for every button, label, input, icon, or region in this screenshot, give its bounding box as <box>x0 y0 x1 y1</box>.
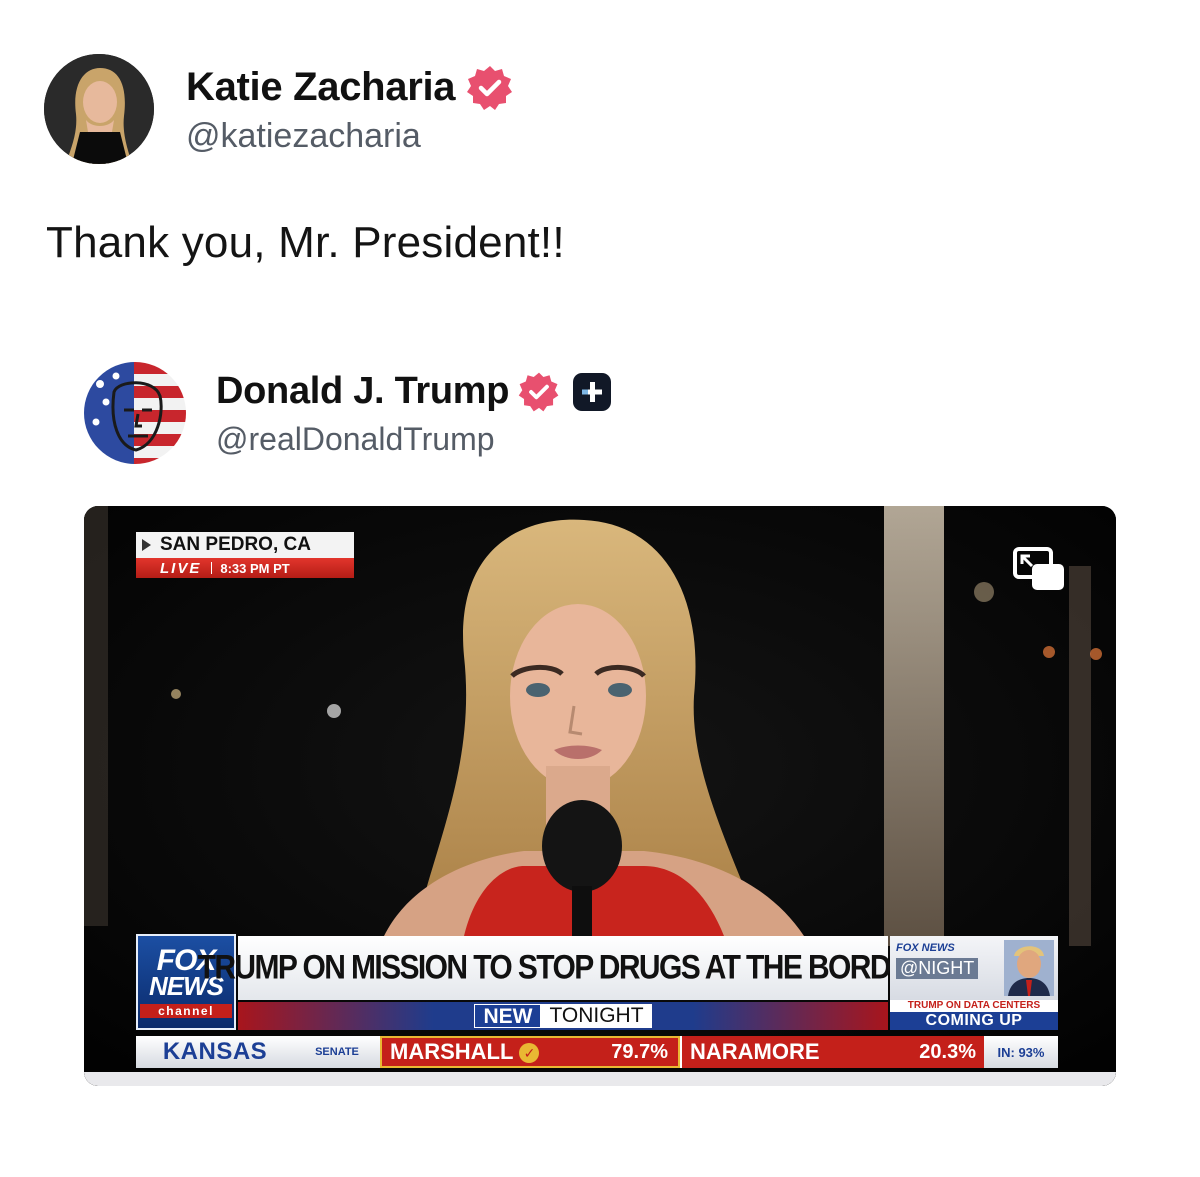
quoted-post-author: Donald J. Trump @realDonaldTrump <box>84 362 612 464</box>
author-meta: Katie Zacharia @katiezacharia <box>186 63 515 156</box>
chyron-headline-box: TRUMP ON MISSION TO STOP DRUGS AT THE BO… <box>198 936 930 1000</box>
promo-topic: TRUMP ON DATA CENTERS <box>890 1000 1058 1012</box>
chyron-subline: NEW TONIGHT <box>238 1002 888 1030</box>
promo-show: @NIGHT <box>896 958 979 979</box>
ticker-candidate: NARAMORE 20.3% <box>680 1036 984 1068</box>
ticker-race: SENATE <box>294 1036 380 1068</box>
promo-status: COMING UP <box>925 1012 1023 1029</box>
winner-check-icon: ✓ <box>519 1043 540 1064</box>
quoted-author-avatar[interactable] <box>84 362 186 464</box>
quoted-author-meta: Donald J. Trump @realDonaldTrump <box>216 369 612 458</box>
author-name[interactable]: Katie Zacharia <box>186 65 456 110</box>
candidate-pct: 20.3% <box>919 1040 976 1063</box>
candidate-name: NARAMORE <box>690 1039 820 1064</box>
post-text: Thank you, Mr. President!! <box>46 218 565 267</box>
new-tag: NEW <box>474 1004 542 1028</box>
promo-brand: FOX NEWS <box>896 942 955 954</box>
tonight-tag: TONIGHT <box>541 1004 652 1028</box>
location-bug: SAN PEDRO, CA LIVE 8:33 PM PT <box>136 532 354 582</box>
show-promo: FOX NEWS @NIGHT <box>890 936 1058 1000</box>
chyron-headline: TRUMP ON MISSION TO STOP DRUGS AT THE BO… <box>197 948 930 987</box>
author-handle[interactable]: @katiezacharia <box>186 117 515 156</box>
promo-topic-box: TRUMP ON DATA CENTERS COMING UP <box>890 1000 1058 1030</box>
election-ticker: KANSAS SENATE MARSHALL ✓ 79.7% NARAMORE 2… <box>136 1036 1058 1068</box>
picture-in-picture-icon[interactable] <box>1012 546 1068 594</box>
candidate-name: MARSHALL <box>390 1039 514 1064</box>
ticker-reporting: IN: 93% <box>984 1036 1058 1068</box>
time-label: 8:33 PM PT <box>220 560 290 576</box>
ticker-candidate-winner: MARSHALL ✓ 79.7% <box>380 1036 680 1068</box>
post-card: Katie Zacharia @katiezacharia Thank you,… <box>0 0 1200 1177</box>
candidate-pct: 79.7% <box>611 1040 668 1063</box>
plus-badge-icon <box>573 372 612 411</box>
video-player[interactable]: SAN PEDRO, CA LIVE 8:33 PM PT FOX NEWS c… <box>84 506 1116 1086</box>
post-author: Katie Zacharia @katiezacharia <box>44 54 515 164</box>
live-tag: LIVE <box>160 559 202 577</box>
video-bottom-bar <box>84 1072 1116 1086</box>
quoted-author-handle[interactable]: @realDonaldTrump <box>216 421 611 458</box>
verified-badge-icon <box>467 65 513 110</box>
promo-portrait <box>1004 940 1054 996</box>
quoted-author-name[interactable]: Donald J. Trump <box>216 370 510 413</box>
play-arrow-icon <box>142 539 151 551</box>
logo-channel: channel <box>140 1003 232 1018</box>
ticker-state: KANSAS <box>136 1036 294 1068</box>
location-label: SAN PEDRO, CA <box>160 534 311 555</box>
verified-badge-icon <box>518 372 559 411</box>
author-avatar[interactable] <box>44 54 154 164</box>
